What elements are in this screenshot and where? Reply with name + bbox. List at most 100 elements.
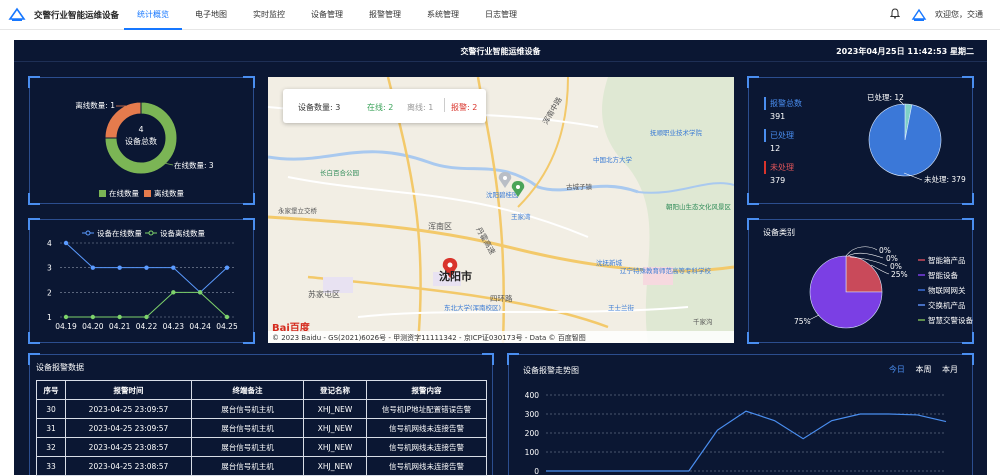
trend-line — [546, 410, 947, 472]
map-panel[interactable]: 浑南中路 中国北方大学 抚顺职业技术学院 浑南区 古城子镇 王家湾 苏家屯区 沈… — [268, 77, 734, 343]
device-donut-chart: 4 设备总数 离线数量: 1 在线数量: 3 在线数量 离线数量 — [75, 100, 214, 198]
cell: XHJ_NEW — [303, 399, 367, 419]
cell: 展台信号机主机 — [191, 418, 304, 438]
map-label: 王家湾 — [511, 212, 531, 221]
x-tick-label: 04.23 — [163, 322, 185, 331]
legend-item[interactable]: 物联网网关 — [928, 285, 966, 295]
table-row[interactable]: 33 2023-04-25 23:08:57 展台信号机主机 XHJ_NEW 信号机网线… — [36, 456, 487, 476]
alarm-stats-panel: 报警总数 391 已处理 12 未处理 379 已处理: 12 未处理: 379 — [747, 76, 974, 205]
col-header[interactable]: 登记名称 — [303, 380, 367, 400]
donut-center-value: 4 — [138, 125, 143, 134]
alarm-table: 序号 报警时间 终端备注 登记名称 报警内容 30 2023-04-25 23:0… — [36, 380, 487, 476]
device-count-trend-panel: 设备在线数量 设备离线数量 4 3 2 1 04.19 04.20 04.21 04.22 04… — [28, 218, 255, 344]
legend-offline[interactable]: 离线数量 — [154, 188, 184, 198]
menu-item-system[interactable]: 系统管理 — [414, 0, 472, 30]
map-label: 抚顺职业技术学院 — [650, 128, 703, 137]
cell: 2023-04-25 23:08:57 — [65, 456, 192, 476]
donut-offline-label: 离线数量: 1 — [75, 100, 115, 110]
y-tick-label: 4 — [47, 239, 52, 248]
col-header[interactable]: 序号 — [36, 380, 66, 400]
pct-label: 75% — [794, 317, 811, 326]
legend-item[interactable]: 智能设备 — [928, 270, 958, 280]
series-line — [66, 291, 228, 318]
map-label: 东北大学(浑南校区) — [444, 303, 501, 312]
data-point — [63, 314, 69, 320]
menu-item-alarm[interactable]: 报警管理 — [356, 0, 414, 30]
device-status-panel: 4 设备总数 离线数量: 1 在线数量: 3 在线数量 离线数量 — [28, 76, 255, 205]
x-tick-label: 04.22 — [136, 322, 158, 331]
map-stats-card: 设备数量: 3 在线: 2 离线: 1 报警: 2 — [283, 89, 486, 123]
map-label: 长白百合公园 — [320, 168, 359, 177]
map-offline-count: 离线: 1 — [407, 103, 434, 112]
col-header[interactable]: 报警时间 — [65, 380, 192, 400]
cell: 2023-04-25 23:08:57 — [65, 437, 192, 457]
top-nav: 交警行业智能运维设备 统计概览 电子地图 实时监控 设备管理 报警管理 系统管理… — [0, 0, 1000, 30]
data-point — [63, 240, 69, 246]
cell: 信号机IP地址配置错误告警 — [366, 399, 487, 419]
pie-unhandled-label: 未处理: 379 — [924, 174, 966, 184]
table-title: 设备报警数据 — [36, 363, 84, 372]
map-copyright: © 2023 Baidu - GS(2021)6026号 - 甲测资字11111… — [268, 331, 734, 343]
alarm-trend-panel: 设备报警走势图 今日 本周 本月 400 300 200 100 0 — [507, 353, 974, 476]
cell: 信号机网线未连接告警 — [366, 418, 487, 438]
cell: 2023-04-25 23:09:57 — [65, 399, 192, 419]
alarm-pie-chart: 已处理: 12 未处理: 379 — [867, 92, 966, 184]
data-point — [197, 290, 203, 295]
datetime: 2023年04月25日 11:42:53 星期二 — [836, 47, 974, 56]
menu-item-device[interactable]: 设备管理 — [298, 0, 356, 30]
y-tick-label: 400 — [525, 391, 540, 400]
alarm-table-panel: 设备报警数据 序号 报警时间 终端备注 登记名称 报警内容 30 2023-04-… — [28, 353, 494, 476]
cell: 31 — [36, 418, 66, 438]
welcome-text[interactable]: 欢迎您，交通 — [935, 9, 983, 20]
map-online-count: 在线: 2 — [367, 103, 394, 112]
data-point — [224, 314, 230, 320]
map-label: 沈抚新城 — [596, 258, 623, 267]
x-tick-label: 04.25 — [216, 322, 238, 331]
screen-header: 交警行业智能运维设备 2023年04月25日 11:42:53 星期二 — [14, 40, 987, 62]
brand-title: 交警行业智能运维设备 — [34, 11, 120, 21]
x-tick-label: 04.24 — [189, 322, 211, 331]
menu-item-log[interactable]: 日志管理 — [472, 0, 530, 30]
legend-item[interactable]: 智能箱产品 — [928, 255, 966, 265]
cell: 32 — [36, 437, 66, 457]
cell: XHJ_NEW — [303, 456, 367, 476]
legend-item[interactable]: 智慧交警设备 — [928, 315, 973, 325]
bell-icon[interactable] — [890, 8, 900, 19]
data-point — [171, 290, 176, 295]
alarm-trend-chart: 4003002001000 — [525, 391, 947, 476]
y-tick-label: 2 — [47, 288, 52, 297]
map-label: 中国北方大学 — [593, 155, 633, 164]
y-tick-label: 200 — [525, 429, 540, 438]
map-device-count: 设备数量: 3 — [298, 103, 341, 112]
main-menu: 统计概览 电子地图 实时监控 设备管理 报警管理 系统管理 日志管理 — [124, 0, 530, 30]
legend-series-offline[interactable]: 设备离线数量 — [160, 228, 205, 238]
map-label: 辽宁特殊教育师范高等专科学校 — [620, 266, 712, 275]
map-alarm-count: 报警: 2 — [451, 103, 478, 112]
legend-online[interactable]: 在线数量 — [109, 188, 139, 198]
data-point — [117, 265, 122, 270]
table-row[interactable]: 30 2023-04-25 23:09:57 展台信号机主机 XHJ_NEW 信号机IP… — [36, 399, 487, 419]
legend-item[interactable]: 交换机产品 — [928, 300, 966, 310]
cell: 信号机网线未连接告警 — [366, 437, 487, 457]
legend-online-swatch — [99, 190, 106, 197]
table-row[interactable]: 32 2023-04-25 23:08:57 展台信号机主机 XHJ_NEW 信号机网线… — [36, 437, 487, 457]
cell: 2023-04-25 23:09:57 — [65, 418, 192, 438]
menu-item-monitor[interactable]: 实时监控 — [240, 0, 298, 30]
col-header[interactable]: 终端备注 — [191, 380, 304, 400]
y-tick-label: 100 — [525, 448, 540, 457]
col-header[interactable]: 报警内容 — [366, 380, 487, 400]
cell: 33 — [36, 456, 66, 476]
menu-item-map[interactable]: 电子地图 — [182, 0, 240, 30]
table-row[interactable]: 31 2023-04-25 23:09:57 展台信号机主机 XHJ_NEW 信号机网线… — [36, 418, 487, 438]
legend-series-online[interactable]: 设备在线数量 — [97, 228, 142, 238]
data-point — [90, 314, 96, 320]
menu-item-overview[interactable]: 统计概览 — [124, 0, 182, 30]
cell: 信号机网线未连接告警 — [366, 456, 487, 476]
map-label: 四环路 — [490, 293, 513, 303]
donut-center-label: 设备总数 — [125, 136, 157, 146]
map-label: 千家沟 — [693, 317, 713, 326]
avatar-icon[interactable] — [911, 8, 927, 22]
y-tick-label: 300 — [525, 410, 540, 419]
map-label: 朝阳山生态文化风景区 — [666, 202, 732, 211]
cell: XHJ_NEW — [303, 437, 367, 457]
